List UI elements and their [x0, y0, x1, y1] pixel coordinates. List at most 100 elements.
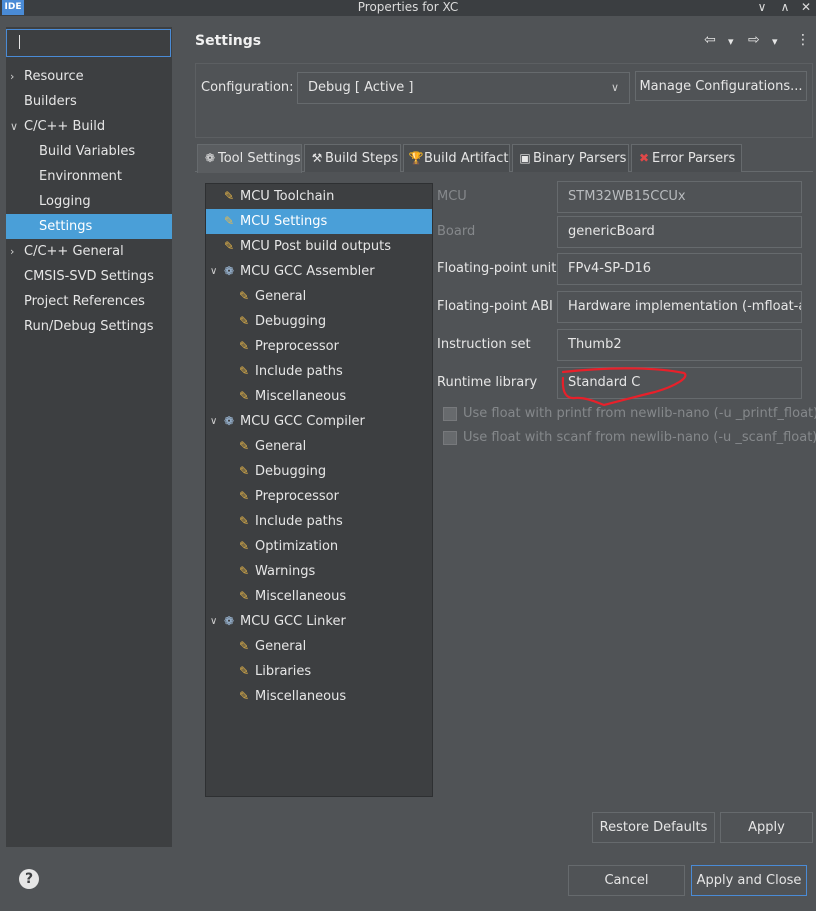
tree-item-label: General — [255, 439, 307, 454]
view-menu-icon[interactable]: ⋮ — [796, 32, 810, 48]
tree-item-general[interactable]: ✎ General — [206, 284, 432, 309]
configuration-select[interactable]: Debug [ Active ] ∨ — [297, 72, 630, 104]
tree-item-label: Debugging — [255, 464, 327, 479]
nav-item-label: Settings — [39, 219, 93, 234]
tab-error-parsers[interactable]: ✖ Error Parsers — [631, 144, 742, 172]
filter-input[interactable] — [6, 29, 171, 57]
mcu-label: MCU — [437, 189, 467, 204]
nav-item-builders[interactable]: Builders — [6, 89, 172, 114]
nav-item-environment[interactable]: Environment — [6, 164, 172, 189]
nav-item-settings[interactable]: Settings — [6, 214, 172, 239]
tree-item-optimization[interactable]: ✎ Optimization — [206, 534, 432, 559]
binary-icon: ▣ — [519, 151, 531, 165]
tree-item-debugging[interactable]: ✎ Debugging — [206, 459, 432, 484]
runtime-library-select[interactable]: Standard C — [557, 367, 802, 399]
nav-item-cmsis-svd-settings[interactable]: CMSIS-SVD Settings — [6, 264, 172, 289]
instruction-set-select[interactable]: Thumb2 — [557, 329, 802, 361]
nav-item-c-c-general[interactable]: › C/C++ General — [6, 239, 172, 264]
scanf-float-checkbox-row[interactable]: Use float with scanf from newlib-nano (-… — [443, 430, 816, 445]
forward-history-dropdown-icon[interactable]: ▾ — [772, 35, 778, 48]
back-history-dropdown-icon[interactable]: ▾ — [728, 35, 734, 48]
tree-item-preprocessor[interactable]: ✎ Preprocessor — [206, 334, 432, 359]
fpu-select[interactable]: FPv4-SP-D16 — [557, 253, 802, 285]
mcu-field[interactable]: STM32WB15CCUx — [557, 181, 802, 213]
tree-item-label: MCU GCC Linker — [240, 614, 346, 629]
printf-float-checkbox-row[interactable]: Use float with printf from newlib-nano (… — [443, 406, 816, 421]
chevron-down-icon[interactable]: ∨ — [210, 609, 217, 634]
nav-item-project-references[interactable]: Project References — [6, 289, 172, 314]
maximize-icon[interactable]: ∧ — [775, 0, 795, 15]
tree-item-general[interactable]: ✎ General — [206, 634, 432, 659]
fpabi-select[interactable]: Hardware implementation (-mfloat-abi=har… — [557, 291, 802, 323]
apply-button[interactable]: Apply — [720, 812, 813, 843]
tree-item-mcu-gcc-compiler[interactable]: ∨ ❁ MCU GCC Compiler — [206, 409, 432, 434]
option-page-icon: ✎ — [239, 439, 250, 453]
chevron-down-icon[interactable]: ∨ — [210, 259, 217, 284]
nav-item-run-debug-settings[interactable]: Run/Debug Settings — [6, 314, 172, 339]
chevron-right-icon[interactable]: › — [10, 239, 14, 264]
option-page-icon: ✎ — [239, 539, 250, 553]
apply-and-close-button[interactable]: Apply and Close — [691, 865, 807, 896]
tab-tool-settings[interactable]: ❁ Tool Settings — [197, 144, 302, 173]
trophy-icon: 🏆 — [408, 151, 424, 165]
window-titlebar: IDE Properties for XC ∨ ∧ ✕ — [0, 0, 816, 16]
restore-defaults-button[interactable]: Restore Defaults — [592, 812, 715, 843]
forward-arrow-icon[interactable]: ⇨ — [748, 32, 760, 48]
cancel-button[interactable]: Cancel — [568, 865, 685, 896]
tree-item-label: MCU Toolchain — [240, 189, 335, 204]
tree-item-label: Miscellaneous — [255, 389, 347, 404]
printf-float-checkbox[interactable] — [443, 406, 457, 421]
tree-item-include-paths[interactable]: ✎ Include paths — [206, 359, 432, 384]
tab-label: Binary Parsers — [533, 151, 627, 166]
tree-item-label: Miscellaneous — [255, 689, 347, 704]
nav-item-label: Builders — [24, 94, 77, 109]
tree-item-label: MCU GCC Assembler — [240, 264, 375, 279]
nav-item-label: Run/Debug Settings — [24, 319, 154, 334]
tree-item-mcu-toolchain[interactable]: ✎ MCU Toolchain — [206, 184, 432, 209]
tree-item-mcu-post-build-outputs[interactable]: ✎ MCU Post build outputs — [206, 234, 432, 259]
nav-item-build-variables[interactable]: Build Variables — [6, 139, 172, 164]
tab-label: Build Steps — [325, 151, 399, 166]
chevron-right-icon[interactable]: › — [10, 64, 14, 89]
tree-item-label: MCU Post build outputs — [240, 239, 392, 254]
nav-item-label: CMSIS-SVD Settings — [24, 269, 154, 284]
back-arrow-icon[interactable]: ⇦ — [704, 32, 716, 48]
tree-item-preprocessor[interactable]: ✎ Preprocessor — [206, 484, 432, 509]
nav-item-logging[interactable]: Logging — [6, 189, 172, 214]
tree-item-general[interactable]: ✎ General — [206, 434, 432, 459]
tree-item-include-paths[interactable]: ✎ Include paths — [206, 509, 432, 534]
tree-item-mcu-gcc-linker[interactable]: ∨ ❁ MCU GCC Linker — [206, 609, 432, 634]
tree-item-mcu-settings[interactable]: ✎ MCU Settings — [206, 209, 432, 234]
tree-item-miscellaneous[interactable]: ✎ Miscellaneous — [206, 384, 432, 409]
printf-float-label: Use float with printf from newlib-nano (… — [463, 406, 816, 421]
close-icon[interactable]: ✕ — [796, 0, 816, 15]
tree-item-label: Miscellaneous — [255, 589, 347, 604]
chevron-down-icon[interactable]: ∨ — [10, 114, 18, 139]
tab-build-steps[interactable]: ⚒ Build Steps — [304, 144, 401, 172]
tree-item-debugging[interactable]: ✎ Debugging — [206, 309, 432, 334]
tree-item-label: Libraries — [255, 664, 312, 679]
tree-item-libraries[interactable]: ✎ Libraries — [206, 659, 432, 684]
board-field[interactable]: genericBoard — [557, 216, 802, 248]
board-label: Board — [437, 224, 476, 239]
tree-item-miscellaneous[interactable]: ✎ Miscellaneous — [206, 584, 432, 609]
nav-item-resource[interactable]: › Resource — [6, 64, 172, 89]
nav-item-label: Resource — [24, 69, 84, 84]
scanf-float-checkbox[interactable] — [443, 430, 457, 445]
fpabi-label: Floating-point ABI — [437, 299, 553, 314]
tree-item-miscellaneous[interactable]: ✎ Miscellaneous — [206, 684, 432, 709]
tree-item-mcu-gcc-assembler[interactable]: ∨ ❁ MCU GCC Assembler — [206, 259, 432, 284]
nav-item-label: Logging — [39, 194, 91, 209]
manage-configurations-button[interactable]: Manage Configurations... — [635, 71, 807, 101]
nav-item-c-c-build[interactable]: ∨ C/C++ Build — [6, 114, 172, 139]
tab-build-artifact[interactable]: 🏆Build Artifact — [403, 144, 510, 172]
option-page-icon: ✎ — [239, 464, 250, 478]
tree-item-label: Debugging — [255, 314, 327, 329]
tab-binary-parsers[interactable]: ▣ Binary Parsers — [512, 144, 629, 172]
minimize-icon[interactable]: ∨ — [752, 0, 772, 15]
help-icon[interactable]: ? — [19, 869, 39, 889]
chevron-down-icon[interactable]: ∨ — [210, 409, 217, 434]
tree-item-warnings[interactable]: ✎ Warnings — [206, 559, 432, 584]
nav-item-label: C/C++ General — [24, 244, 124, 259]
option-page-icon: ✎ — [239, 564, 250, 578]
